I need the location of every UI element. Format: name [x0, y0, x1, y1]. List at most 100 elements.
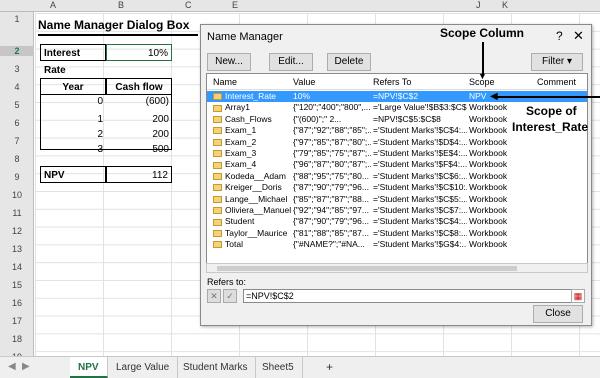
cancel-edit-icon[interactable]: ✕	[207, 289, 221, 303]
row-header[interactable]: 16	[0, 298, 34, 308]
name-row[interactable]: Kodeda__Adam {"88";"95";"75";"80... ='Stud…	[207, 171, 587, 182]
name-row-refers: ='Student Marks'!$D$4:...	[373, 136, 467, 147]
name-row-name: Cash_Flows	[213, 114, 291, 125]
column-header-value[interactable]: Value	[293, 77, 315, 87]
column-header[interactable]: K	[502, 0, 508, 10]
name-row[interactable]: Exam_2 {"97";"85";"87";"80";... ='Student …	[207, 137, 587, 148]
row-header[interactable]: 8	[0, 154, 34, 164]
npv-label[interactable]: NPV	[40, 166, 106, 183]
name-manager-dialog: Name Manager ? ✕ New... Edit... Delete F…	[200, 24, 592, 326]
row-header[interactable]: 9	[0, 172, 34, 182]
interest-rate-label[interactable]: Interest Rate	[40, 44, 106, 76]
tab-npv[interactable]: NPV	[70, 357, 108, 378]
npv-value[interactable]: 112	[106, 166, 172, 183]
name-row[interactable]: Lange__Michael {"85";"87";"87";"88... ='St…	[207, 194, 587, 205]
column-header-name[interactable]: Name	[213, 77, 237, 87]
collapse-dialog-icon[interactable]: ▦	[571, 289, 585, 303]
named-range-icon	[213, 104, 222, 112]
filter-button[interactable]: Filter ▾	[531, 53, 583, 71]
name-row-value: {"85";"87";"87";"88...	[293, 193, 369, 204]
annotation-arrow-shaft	[482, 42, 484, 74]
name-row-refers: ='Large Value'!$B$3:$C$7	[373, 102, 467, 113]
close-icon[interactable]: ✕	[573, 28, 584, 44]
row-header[interactable]: 13	[0, 244, 34, 254]
named-range-icon	[213, 161, 222, 169]
confirm-edit-icon[interactable]: ✓	[223, 289, 237, 303]
row-header[interactable]: 4	[0, 82, 34, 92]
refers-to-input[interactable]: =NPV!$C$2	[243, 289, 579, 303]
row-header[interactable]: 5	[0, 100, 34, 110]
name-text: Lange__Michael	[225, 193, 288, 204]
horizontal-scrollbar[interactable]	[206, 263, 588, 273]
name-row-scope: Workbook	[469, 148, 508, 158]
interest-rate-value[interactable]: 10%	[106, 44, 172, 61]
tab-scroll-left-icon[interactable]: ◀	[8, 361, 16, 372]
cashflow-cell[interactable]: 500	[106, 141, 172, 158]
name-row-name: Oliviera__Manuel	[213, 205, 291, 216]
column-header[interactable]: E	[232, 0, 238, 10]
name-row[interactable]: Taylor__Maurice {"81";"88";"85";"87... ='S…	[207, 228, 587, 239]
name-row[interactable]: Exam_4 {"96";"87";"80";"87";... ='Student …	[207, 159, 587, 170]
tab-large-value[interactable]: Large Value	[108, 357, 179, 378]
name-row[interactable]: Exam_3 {"79";"85";"75";"87";... ='Student …	[207, 148, 587, 159]
row-header[interactable]: 18	[0, 334, 34, 344]
name-row-refers: ='Student Marks'!$C$8:...	[373, 227, 467, 238]
row-header[interactable]: 7	[0, 136, 34, 146]
column-header[interactable]: B	[118, 0, 124, 10]
name-row-value: {"120";"400";"800",...	[293, 102, 371, 113]
name-row-value: {"#NAME?";"#NA...	[293, 239, 365, 250]
add-sheet-button[interactable]: +	[318, 357, 341, 378]
named-range-icon	[213, 207, 222, 215]
tab-scroll-right-icon[interactable]: ▶	[22, 361, 30, 372]
named-range-icon	[213, 93, 222, 101]
edit-button[interactable]: Edit...	[269, 53, 313, 71]
name-row-refers: ='Student Marks'!$G$4:...	[373, 239, 467, 250]
name-row-name: Taylor__Maurice	[213, 228, 291, 239]
column-header-refers[interactable]: Refers To	[373, 77, 411, 87]
name-row[interactable]: Kreiger__Doris {"87";"90";"79";"96... ='St…	[207, 182, 587, 193]
name-row-value: 10%	[293, 91, 311, 101]
annotation-interest-rate: Interest_Rate	[512, 120, 589, 134]
year-cell[interactable]: 3	[40, 141, 106, 158]
row-header[interactable]: 14	[0, 262, 34, 272]
new-button[interactable]: New...	[207, 53, 251, 71]
name-row[interactable]: Oliviera__Manuel {"92";"94";"85";"97... ='…	[207, 205, 587, 216]
scrollbar-thumb[interactable]	[217, 266, 517, 271]
annotation-scope-column: Scope Column	[440, 26, 525, 40]
tab-student-marks[interactable]: Student Marks	[175, 357, 257, 378]
cashflow-cell[interactable]: (600)	[106, 93, 172, 110]
close-button[interactable]: Close	[533, 305, 583, 323]
arrow-left-icon: ◀	[490, 91, 498, 102]
column-header[interactable]: C	[185, 0, 192, 10]
column-header[interactable]: J	[476, 0, 481, 10]
name-row-refers: ='Student Marks'!$C$4:...	[373, 216, 467, 227]
row-header[interactable]: 2	[0, 46, 34, 56]
row-header[interactable]: 3	[0, 64, 34, 74]
name-row[interactable]: Student {"87";"90";"79";"96... ='Student M…	[207, 216, 587, 227]
year-cell[interactable]: 0	[40, 93, 106, 110]
row-header[interactable]: 10	[0, 190, 34, 200]
delete-button[interactable]: Delete	[327, 53, 371, 71]
name-row-scope: Workbook	[469, 205, 508, 215]
column-header[interactable]: A	[50, 0, 56, 10]
arrow-down-icon: ▼	[478, 71, 487, 81]
row-header[interactable]: 12	[0, 226, 34, 236]
name-row-scope: Workbook	[469, 239, 508, 250]
row-header[interactable]: 6	[0, 118, 34, 128]
row-header[interactable]: 17	[0, 316, 34, 326]
row-header[interactable]: 11	[0, 208, 34, 218]
name-row-value: {"92";"94";"85";"97...	[293, 205, 369, 215]
name-row-value: {"97";"85";"87";"80";...	[293, 136, 371, 147]
row-header[interactable]: 15	[0, 280, 34, 290]
name-row[interactable]: Total {"#NAME?";"#NA... ='Student Marks'!$…	[207, 239, 587, 250]
row-header[interactable]: 1	[0, 14, 34, 24]
name-text: Taylor__Maurice	[225, 227, 288, 238]
name-row-name: Array1	[213, 102, 291, 113]
name-row-name: Kreiger__Doris	[213, 182, 291, 193]
annotation-title: Name Manager Dialog Box	[38, 18, 190, 32]
column-header-comment[interactable]: Comment	[537, 77, 576, 87]
tab-sheet5[interactable]: Sheet5	[254, 357, 303, 378]
name-row-scope: Workbook	[469, 182, 508, 193]
help-icon[interactable]: ?	[556, 29, 563, 43]
name-text: Exam_1	[225, 125, 257, 136]
